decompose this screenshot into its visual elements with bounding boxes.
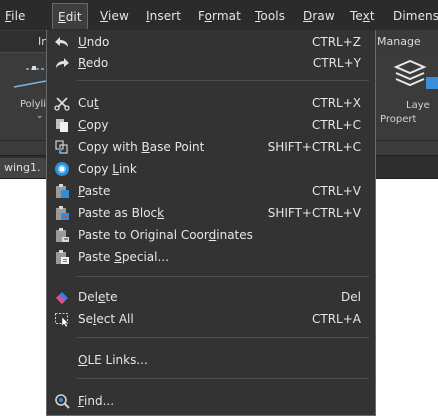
menu-item-find[interactable]: Find...	[47, 390, 375, 412]
menu-insert[interactable]: Insert	[146, 8, 181, 24]
menu-item-paste-special[interactable]: Paste Special...	[47, 246, 375, 268]
find-icon	[55, 394, 70, 409]
layers-icon	[393, 59, 438, 89]
ribbon-tab-manage-label: Manage	[377, 35, 421, 48]
menu-item-copy-link[interactable]: Copy Link	[47, 158, 375, 180]
menu-item-select-all[interactable]: Select All CTRL+A	[47, 308, 375, 330]
menu-item-paste-as-block[interactable]: Paste as Block SHIFT+CTRL+V	[47, 202, 375, 224]
select-all-icon	[55, 313, 69, 327]
edit-menu-dropdown: Undo CTRL+Z Redo CTRL+Y Cut CTRL+X Copy …	[46, 30, 376, 416]
menu-item-delete[interactable]: Delete Del	[47, 286, 375, 308]
paste-shortcut: CTRL+V	[312, 184, 361, 198]
menu-separator	[77, 276, 369, 277]
paste-as-block-shortcut: SHIFT+CTRL+V	[267, 206, 361, 220]
document-tab-label: wing1.	[4, 161, 41, 174]
eraser-icon	[56, 292, 68, 304]
scissors-icon	[54, 97, 70, 111]
undo-shortcut: CTRL+Z	[311, 35, 361, 49]
menu-item-redo[interactable]: Redo CTRL+Y	[47, 52, 375, 74]
menu-separator	[77, 337, 369, 338]
chevron-down-icon: ⌄	[36, 111, 44, 121]
menu-item-ole-links[interactable]: OLE Links...	[47, 349, 375, 371]
menu-item-copy-base-point[interactable]: Copy with Base Point SHIFT+CTRL+C	[47, 136, 375, 158]
menu-tools[interactable]: Tools	[255, 8, 285, 24]
menu-separator	[77, 378, 369, 379]
select-all-shortcut: CTRL+A	[312, 312, 361, 326]
copy-icon	[56, 119, 68, 132]
menu-draw[interactable]: Draw	[303, 8, 335, 24]
polyline-tool[interactable]: Polyli ⌄	[0, 55, 46, 125]
app-window: File Edit View Insert Format Tools Draw …	[0, 0, 438, 416]
paste-block-icon	[56, 206, 69, 220]
menu-bar: File Edit View Insert Format Tools Draw …	[0, 0, 438, 31]
polyline-label: Polyli	[20, 99, 47, 110]
menu-view[interactable]: View	[100, 8, 129, 24]
copy-shortcut: CTRL+C	[311, 118, 361, 132]
menu-format[interactable]: Format	[198, 8, 241, 24]
redo-arrow-icon	[56, 58, 69, 68]
menu-item-undo[interactable]: Undo CTRL+Z	[47, 31, 375, 53]
layer-label: Laye	[406, 100, 430, 111]
ribbon-tab-manage[interactable]: Manage	[372, 31, 438, 53]
document-tab[interactable]: wing1.	[0, 158, 48, 178]
menu-separator	[77, 80, 369, 81]
menu-edit[interactable]: Edit	[52, 3, 88, 29]
menu-item-paste[interactable]: Paste CTRL+V	[47, 180, 375, 202]
delete-shortcut: Del	[341, 290, 361, 304]
menu-dimension[interactable]: Dimens	[393, 8, 438, 24]
copy-base-point-icon	[55, 140, 68, 154]
polyline-icon	[13, 66, 46, 88]
undo-arrow-icon	[55, 37, 68, 47]
menu-text[interactable]: Text	[350, 8, 375, 24]
paste-special-icon	[56, 250, 69, 264]
menu-item-copy[interactable]: Copy CTRL+C	[47, 114, 375, 136]
menu-item-paste-original-coordinates[interactable]: Paste to Original Coordinates	[47, 224, 375, 246]
paste-icon	[56, 184, 69, 198]
copy-base-point-shortcut: SHIFT+CTRL+C	[267, 140, 361, 154]
menu-file[interactable]: File	[5, 8, 26, 24]
redo-shortcut: CTRL+Y	[312, 56, 361, 70]
layer-properties-tool[interactable]: Laye Propert	[376, 55, 438, 145]
layer-properties-label: Propert	[380, 114, 417, 125]
menu-item-cut[interactable]: Cut CTRL+X	[47, 92, 375, 114]
copy-link-icon	[55, 162, 69, 176]
paste-original-icon	[56, 228, 69, 242]
cut-shortcut: CTRL+X	[311, 96, 361, 110]
